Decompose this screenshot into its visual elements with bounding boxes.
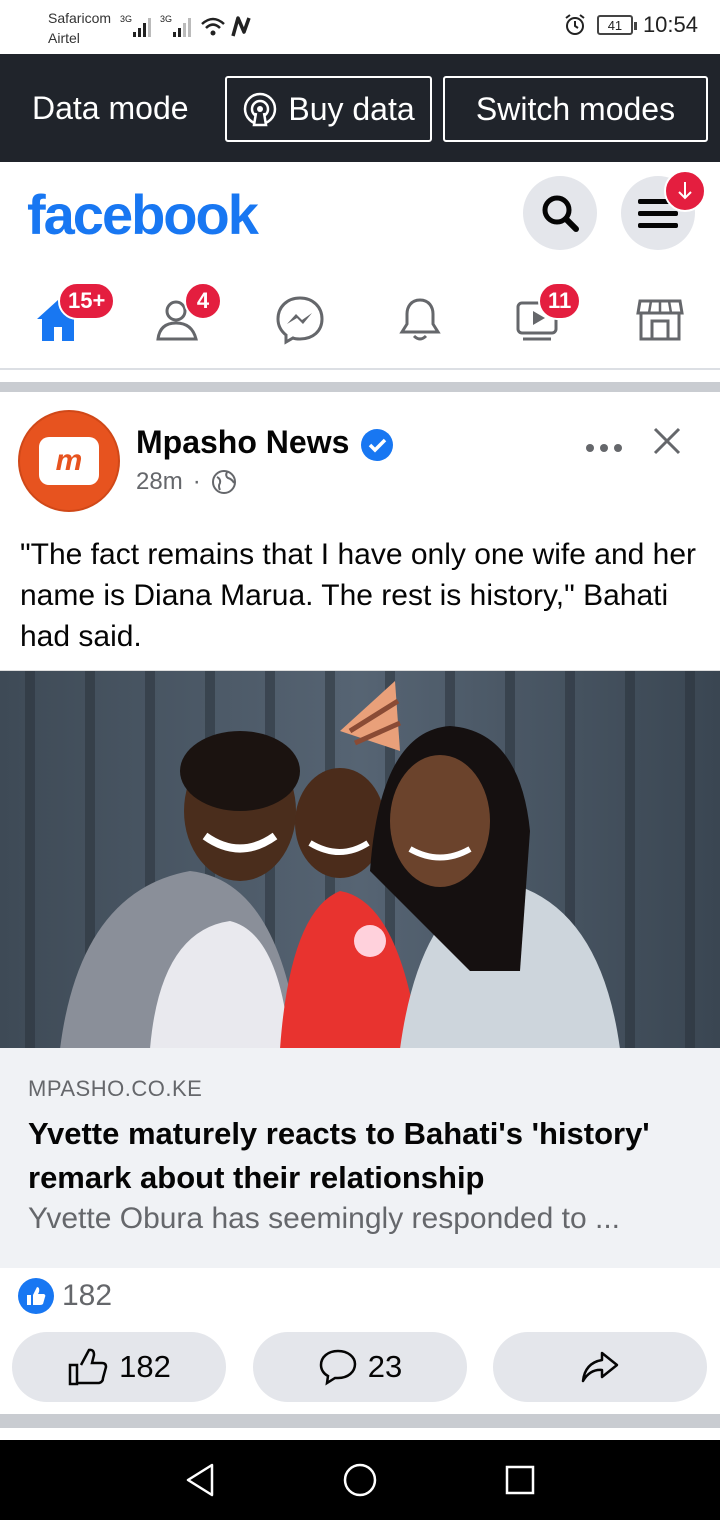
like-icon xyxy=(68,1348,108,1386)
more-options-button[interactable] xyxy=(584,428,624,462)
wifi-icon xyxy=(201,17,225,36)
arrow-down-glyph xyxy=(678,182,692,200)
search-button[interactable] xyxy=(523,176,597,250)
nav-marketplace[interactable] xyxy=(630,290,690,350)
broadcast-icon xyxy=(244,92,277,127)
status-bar: Safaricom Airtel 3G 3G 41 10:54 xyxy=(0,0,720,54)
switch-modes-button[interactable]: Switch modes xyxy=(443,76,708,142)
messenger-icon xyxy=(276,296,324,345)
main-nav: 15+ 4 11 xyxy=(0,272,720,370)
comment-count: 23 xyxy=(367,1349,403,1384)
comment-icon xyxy=(319,1349,357,1386)
reaction-summary[interactable]: 182 xyxy=(18,1278,112,1314)
recents-square-icon xyxy=(505,1465,535,1495)
system-navigation-bar xyxy=(0,1440,720,1520)
home-circle-icon xyxy=(343,1463,377,1497)
link-domain: MPASHO.CO.KE xyxy=(28,1076,203,1101)
recents-button[interactable] xyxy=(500,1460,540,1500)
home-badge: 15+ xyxy=(58,282,116,320)
carrier-labels: Safaricom Airtel xyxy=(48,8,111,48)
photo-illustration xyxy=(0,671,720,1048)
reactions-count: 182 xyxy=(62,1279,113,1312)
page-name[interactable]: Mpasho News xyxy=(136,424,349,461)
feed-separator-bottom xyxy=(0,1414,720,1428)
back-triangle-icon xyxy=(186,1463,214,1497)
network-type-2: 3G xyxy=(160,14,173,24)
signal-icon-2 xyxy=(173,18,191,37)
nfc-icon xyxy=(231,16,251,37)
like-reaction-icon xyxy=(18,1278,54,1314)
signal-icon xyxy=(133,18,151,37)
buy-data-label: Buy data xyxy=(288,90,415,127)
close-icon[interactable] xyxy=(650,424,684,458)
marketplace-icon xyxy=(636,299,684,341)
post-time[interactable]: 28m xyxy=(136,468,183,496)
watch-badge: 11 xyxy=(538,282,582,320)
thumbs-up-glyph xyxy=(27,1287,46,1305)
status-right: 41 10:54 xyxy=(563,12,698,38)
home-system-button[interactable] xyxy=(340,1460,380,1500)
link-preview[interactable]: MPASHO.CO.KE Yvette maturely reacts to B… xyxy=(0,1048,720,1268)
post-image[interactable] xyxy=(0,670,720,1048)
data-mode-label: Data mode xyxy=(32,90,189,126)
share-button[interactable] xyxy=(493,1332,707,1402)
buy-data-button[interactable]: Buy data xyxy=(225,76,432,142)
carrier-safaricom: Safaricom xyxy=(48,10,112,26)
notifications-icon xyxy=(399,298,441,341)
like-button[interactable]: 182 xyxy=(12,1332,226,1402)
back-button[interactable] xyxy=(180,1460,220,1500)
alarm-icon xyxy=(565,14,585,35)
share-icon xyxy=(581,1351,619,1383)
post-header: m Mpasho News 28m · xyxy=(0,392,720,522)
link-title: Yvette maturely reacts to Bahati's 'hist… xyxy=(28,1116,650,1195)
switch-modes-label: Switch modes xyxy=(475,90,676,127)
battery-indicator: 41 xyxy=(596,15,637,35)
post-text: "The fact remains that I have only one w… xyxy=(20,538,697,653)
facebook-logo[interactable]: facebook xyxy=(27,182,259,247)
clock: 10:54 xyxy=(642,12,698,37)
comment-button[interactable]: 23 xyxy=(253,1332,467,1402)
feed-separator xyxy=(0,382,720,392)
app-header: facebook xyxy=(0,162,720,272)
like-count: 182 xyxy=(119,1349,171,1384)
link-description: Yvette Obura has seemingly responded to … xyxy=(28,1202,621,1235)
verified-badge-icon xyxy=(361,429,393,461)
network-type-1: 3G xyxy=(120,14,133,24)
carrier-airtel: Airtel xyxy=(48,30,80,46)
download-arrow-icon[interactable] xyxy=(664,170,706,212)
post-meta: 28m · xyxy=(136,468,237,496)
friends-badge: 4 xyxy=(184,282,222,320)
battery-level: 41 xyxy=(607,17,623,33)
globe-icon xyxy=(211,470,236,494)
nav-messenger[interactable] xyxy=(270,290,330,350)
avatar-logo: m xyxy=(39,437,99,485)
page-avatar[interactable]: m xyxy=(18,410,120,512)
nav-notifications[interactable] xyxy=(390,290,450,350)
meta-dot: · xyxy=(192,468,201,495)
more-dots-icon xyxy=(586,444,622,452)
search-icon xyxy=(542,195,579,232)
data-mode-bar: Data mode Buy data Switch modes xyxy=(0,54,720,162)
